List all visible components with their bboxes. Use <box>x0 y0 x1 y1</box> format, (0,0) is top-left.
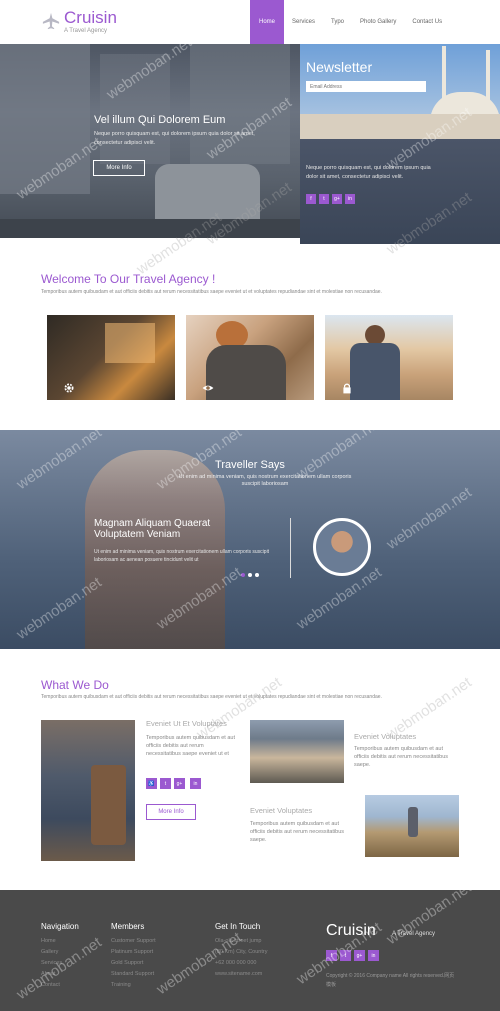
newsletter-panel: Newsletter Neque porro quisquam est, qui… <box>300 44 500 244</box>
footer-nav-title: Navigation <box>41 922 79 931</box>
footer-nav-link[interactable]: Home <box>41 938 56 944</box>
mosque-arches <box>300 114 500 139</box>
what-we-do-photo-3[interactable] <box>365 795 459 857</box>
lock-icon <box>343 383 351 394</box>
twitter-icon[interactable]: t <box>319 194 329 204</box>
site-header: Cruisin A Travel Agency Home Services Ty… <box>0 0 500 44</box>
photo-hiker <box>408 807 418 837</box>
linkedin-icon[interactable]: in <box>190 778 201 789</box>
nav-typo[interactable]: Typo <box>323 0 352 44</box>
footer-members-link[interactable]: Platinum Support <box>111 949 153 955</box>
accessibility-icon[interactable]: ♿ <box>146 778 157 789</box>
hero-text: Neque porro quisquam est, qui dolorem ip… <box>94 131 255 146</box>
footer-contact-link[interactable]: www.sitename.com <box>215 971 262 977</box>
newsletter-socials: f t g+ in <box>306 194 355 204</box>
photo-suitcase <box>91 765 126 845</box>
logo[interactable]: Cruisin A Travel Agency <box>42 9 117 34</box>
newsletter-title: Newsletter <box>306 59 373 75</box>
card3-title: Eveniet Voluptates <box>250 806 313 815</box>
facebook-icon[interactable]: f <box>306 194 316 204</box>
testimonial-section: Traveller Says Ut enim ad minima veniam,… <box>0 430 500 649</box>
card1-more-info-button[interactable]: More Info <box>146 804 196 820</box>
footer-members-link[interactable]: Gold Support <box>111 960 143 966</box>
photo-jacket <box>206 345 286 400</box>
newsletter-text: Neque porro quisquam est, qui dolorem ip… <box>306 165 431 180</box>
testimonial-quote-text: Ut enim ad minima veniam, quis nostrum e… <box>94 549 270 563</box>
what-we-do-photo-2[interactable] <box>250 720 344 783</box>
what-we-do-photo-1[interactable] <box>41 720 135 861</box>
photo-person-body <box>350 343 400 400</box>
footer-members-link[interactable]: Standard Support <box>111 971 154 977</box>
facebook-icon[interactable]: f <box>326 950 337 961</box>
card1-socials: ♿ t g+ in <box>146 778 201 789</box>
nav-contact-us[interactable]: Contact Us <box>404 0 450 44</box>
what-we-do-text: Temporibus autem quibusdam et aut offici… <box>41 694 382 700</box>
what-we-do-title: What We Do <box>41 678 109 692</box>
welcome-text: Temporibus autem quibusdam et aut offici… <box>41 289 382 295</box>
google-plus-icon[interactable]: g+ <box>332 194 342 204</box>
linkedin-icon[interactable]: in <box>345 194 355 204</box>
welcome-photo-3[interactable] <box>325 315 453 400</box>
footer-members-link[interactable]: Training <box>111 982 131 988</box>
card2-text: Temporibus autem quibusdam et aut offici… <box>354 746 449 768</box>
hero-van-image <box>155 164 260 224</box>
twitter-icon[interactable]: t <box>160 778 171 789</box>
main-nav: Home Services Typo Photo Gallery Contact… <box>250 0 450 44</box>
testimonial-pager <box>241 573 259 577</box>
google-plus-icon[interactable]: g+ <box>354 950 365 961</box>
pager-dot[interactable] <box>241 573 245 577</box>
twitter-icon[interactable]: t <box>340 950 351 961</box>
photo-window <box>105 323 155 363</box>
plane-icon <box>42 12 60 30</box>
testimonial-title: Traveller Says <box>215 459 285 471</box>
hero-street <box>0 219 300 238</box>
footer-members-title: Members <box>111 922 145 931</box>
card2-title: Eveniet Voluptates <box>354 732 417 741</box>
footer-nav-link[interactable]: Contact <box>41 982 60 988</box>
testimonial-subtitle: Ut enim ad minima veniam, quis nostrum e… <box>178 474 352 487</box>
testimonial-avatar <box>313 518 371 576</box>
hero-building <box>0 44 90 194</box>
footer-nav-link[interactable]: Services <box>41 960 62 966</box>
footer-contact-item: (80 Km) City, Country <box>215 949 268 955</box>
welcome-photo-1[interactable] <box>47 315 175 400</box>
pager-dot[interactable] <box>255 573 259 577</box>
footer-contact-item: Ola-ola street jump <box>215 938 262 944</box>
footer-contact-item: +62 000 000 000 <box>215 960 257 966</box>
site-footer: Navigation Home Gallery Services About C… <box>0 890 500 1011</box>
pager-dot[interactable] <box>248 573 252 577</box>
footer-members-link[interactable]: Customer Support <box>111 938 156 944</box>
logo-title: Cruisin <box>64 8 117 27</box>
linkedin-icon[interactable]: in <box>368 950 379 961</box>
hero-more-info-button[interactable]: More Info <box>93 160 145 176</box>
footer-copyright: Copyright © 2016 Company name All rights… <box>326 973 455 988</box>
testimonial-quote-title: Magnam Aliquam Quaerat Voluptatem Veniam <box>94 518 211 540</box>
nav-photo-gallery[interactable]: Photo Gallery <box>352 0 404 44</box>
nav-home[interactable]: Home <box>250 0 284 44</box>
testimonial-divider <box>290 518 291 578</box>
google-plus-icon[interactable]: g+ <box>174 778 185 789</box>
footer-logo[interactable]: Cruisin <box>326 922 376 940</box>
photo-person-head <box>365 325 385 345</box>
footer-socials: f t g+ in <box>326 950 379 961</box>
welcome-title: Welcome To Our Travel Agency ! <box>41 272 216 286</box>
footer-nav-link[interactable]: Gallery <box>41 949 58 955</box>
hero-title: Vel illum Qui Dolorem Eum <box>94 114 226 126</box>
gear-icon <box>64 383 74 393</box>
card1-title: Eveniet Ut Et Voluptates <box>146 719 227 728</box>
newsletter-email-input[interactable] <box>306 81 426 92</box>
logo-subtitle: A Travel Agency <box>64 28 108 34</box>
card1-text: Temporibus autem quibusdam et aut offici… <box>146 735 235 757</box>
footer-logo-subtitle: A Travel Agency <box>392 931 436 937</box>
nav-services[interactable]: Services <box>284 0 323 44</box>
footer-nav-link[interactable]: About <box>41 971 55 977</box>
newsletter-dark-area <box>300 139 500 244</box>
welcome-photo-2[interactable] <box>186 315 314 400</box>
eye-icon <box>202 385 214 391</box>
card3-text: Temporibus autem quibusdam et aut offici… <box>250 821 345 843</box>
footer-contact-title: Get In Touch <box>215 922 261 931</box>
